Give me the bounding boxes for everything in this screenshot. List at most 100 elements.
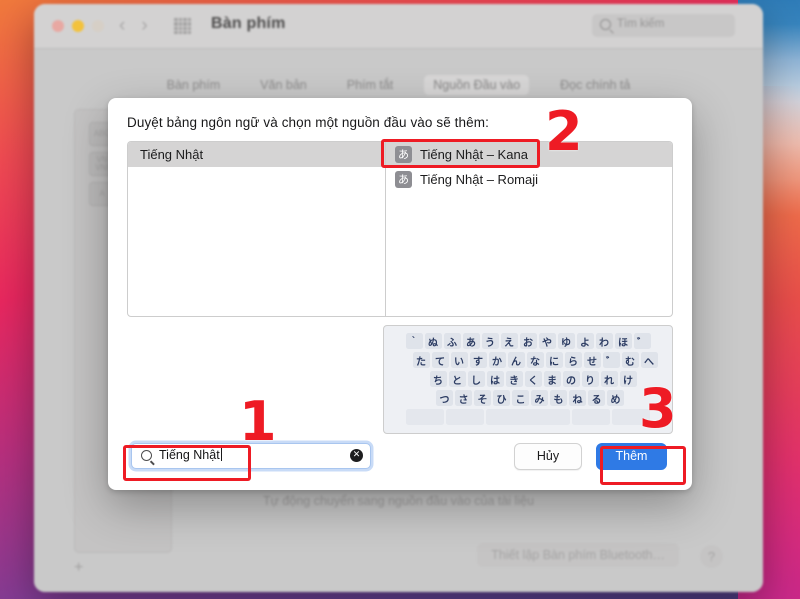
keyboard-key: や bbox=[538, 333, 556, 349]
keyboard-key: な bbox=[526, 352, 544, 368]
screen: ‹ › Bàn phím Tìm kiếm Bàn phím Văn bản P… bbox=[0, 0, 800, 599]
kana-icon: あ bbox=[395, 146, 412, 163]
keyboard-key: ね bbox=[569, 390, 586, 406]
keyboard-key: く bbox=[524, 371, 542, 387]
keyboard-key: つ bbox=[436, 390, 453, 406]
add-button[interactable]: Thêm bbox=[596, 443, 667, 470]
tab-phim-tat[interactable]: Phím tắt bbox=[338, 75, 403, 95]
tab-nguon-dau-vao[interactable]: Nguồn Đầu vào bbox=[424, 75, 530, 95]
keyboard-key: ゆ bbox=[557, 333, 575, 349]
tab-bar: Bàn phím Văn bản Phím tắt Nguồn Đầu vào … bbox=[34, 75, 763, 95]
language-list[interactable]: Tiếng Nhật bbox=[127, 141, 386, 317]
keyboard-key: れ bbox=[600, 371, 618, 387]
minimize-button-icon[interactable] bbox=[72, 20, 84, 32]
keyboard-key: ん bbox=[507, 352, 525, 368]
keyboard-key: ゛ bbox=[633, 333, 651, 349]
keyboard-key: あ bbox=[462, 333, 480, 349]
tab-van-ban[interactable]: Văn bản bbox=[251, 75, 316, 95]
source-list[interactable]: あ Tiếng Nhật – Kana あ Tiếng Nhật – Romaj… bbox=[386, 141, 673, 317]
keyboard-key: ふ bbox=[443, 333, 461, 349]
keyboard-key: き bbox=[505, 371, 523, 387]
source-list-item-romaji-label: Tiếng Nhật – Romaji bbox=[420, 172, 539, 187]
keyboard-key: こ bbox=[512, 390, 529, 406]
sheet-lists: Tiếng Nhật あ Tiếng Nhật – Kana あ Tiếng N… bbox=[127, 141, 673, 317]
key-blank bbox=[572, 409, 610, 425]
keyboard-key: り bbox=[581, 371, 599, 387]
keyboard-row-5 bbox=[384, 409, 672, 425]
forward-arrow-icon[interactable]: › bbox=[141, 15, 147, 37]
keyboard-key: み bbox=[531, 390, 548, 406]
keyboard-key: ち bbox=[429, 371, 447, 387]
keyboard-key: せ bbox=[583, 352, 601, 368]
keyboard-key: え bbox=[500, 333, 518, 349]
nav-arrows: ‹ › bbox=[119, 15, 148, 37]
keyboard-key: け bbox=[619, 371, 637, 387]
sheet-prompt-text: Duyệt bảng ngôn ngữ và chọn một nguồn đầ… bbox=[127, 115, 489, 130]
annotation-number-3: 3 bbox=[639, 377, 677, 440]
keyboard-key: わ bbox=[595, 333, 613, 349]
source-list-item-romaji[interactable]: あ Tiếng Nhật – Romaji bbox=[386, 167, 672, 192]
window-titlebar: ‹ › Bàn phím Tìm kiếm bbox=[34, 4, 763, 49]
keyboard-key: て bbox=[431, 352, 449, 368]
keyboard-key: と bbox=[448, 371, 466, 387]
key-blank bbox=[406, 409, 444, 425]
traffic-lights bbox=[52, 20, 104, 32]
keyboard-key: む bbox=[621, 352, 639, 368]
keyboard-key: ま bbox=[543, 371, 561, 387]
keyboard-row-2: たていすかんなにらせ゛むへ bbox=[384, 352, 672, 368]
window-search-field[interactable]: Tìm kiếm bbox=[592, 14, 735, 37]
keyboard-key: ら bbox=[564, 352, 582, 368]
search-input-value: Tiếng Nhật bbox=[159, 448, 222, 462]
auto-switch-label: Tự động chuyển sang nguồn đầu vào của tà… bbox=[262, 494, 535, 508]
source-list-item-kana[interactable]: あ Tiếng Nhật – Kana bbox=[386, 142, 672, 167]
add-input-source-button[interactable]: + bbox=[74, 559, 83, 577]
search-icon bbox=[141, 450, 152, 461]
tab-ban-phim[interactable]: Bàn phím bbox=[158, 75, 230, 95]
keyboard-key: さ bbox=[455, 390, 472, 406]
source-list-item-kana-label: Tiếng Nhật – Kana bbox=[420, 147, 528, 162]
apps-grid-icon[interactable] bbox=[174, 18, 191, 34]
keyboard-row-4: つさそひこみもねるめ bbox=[384, 390, 672, 406]
back-arrow-icon[interactable]: ‹ bbox=[119, 15, 125, 37]
close-button-icon[interactable] bbox=[52, 20, 64, 32]
keyboard-key: ほ bbox=[614, 333, 632, 349]
help-button[interactable]: ? bbox=[700, 545, 723, 568]
keyboard-key: よ bbox=[576, 333, 594, 349]
tab-doc-chinh-ta[interactable]: Đọc chính tả bbox=[551, 75, 639, 95]
keyboard-key: は bbox=[486, 371, 504, 387]
key-space bbox=[486, 409, 570, 425]
keyboard-key: そ bbox=[474, 390, 491, 406]
keyboard-key: お bbox=[519, 333, 537, 349]
keyboard-key: ぬ bbox=[424, 333, 442, 349]
keyboard-key: ゛ bbox=[602, 352, 620, 368]
keyboard-key: い bbox=[450, 352, 468, 368]
language-list-item[interactable]: Tiếng Nhật bbox=[128, 142, 385, 167]
keyboard-key: し bbox=[467, 371, 485, 387]
keyboard-key: た bbox=[412, 352, 430, 368]
keyboard-key: ひ bbox=[493, 390, 510, 406]
add-input-source-sheet: Duyệt bảng ngôn ngữ và chọn một nguồn đầ… bbox=[108, 98, 692, 490]
window-search-placeholder: Tìm kiếm bbox=[617, 18, 665, 30]
search-icon bbox=[600, 19, 611, 30]
keyboard-key: う bbox=[481, 333, 499, 349]
keyboard-key: め bbox=[607, 390, 624, 406]
keyboard-key: の bbox=[562, 371, 580, 387]
keyboard-key: へ bbox=[640, 352, 658, 368]
annotation-number-1: 1 bbox=[239, 390, 277, 453]
bluetooth-keyboard-setup-button[interactable]: Thiết lập Bàn phím Bluetooth… bbox=[477, 543, 679, 567]
window-title: Bàn phím bbox=[211, 15, 286, 32]
keyboard-key: か bbox=[488, 352, 506, 368]
keyboard-key: に bbox=[545, 352, 563, 368]
keyboard-key: る bbox=[588, 390, 605, 406]
annotation-number-2: 2 bbox=[545, 100, 583, 163]
keyboard-row-3: ちとしはきくまのりれけ bbox=[384, 371, 672, 387]
keyboard-key: す bbox=[469, 352, 487, 368]
keyboard-key: も bbox=[550, 390, 567, 406]
key-blank bbox=[446, 409, 484, 425]
keyboard-row-1: ` ぬふあうえおやゆよわほ゛ bbox=[384, 333, 672, 349]
keyboard-key: ` bbox=[405, 333, 423, 349]
clear-search-icon[interactable]: ✕ bbox=[350, 449, 363, 462]
zoom-button-icon[interactable] bbox=[92, 20, 104, 32]
keyboard-layout-preview: ` ぬふあうえおやゆよわほ゛ たていすかんなにらせ゛むへ ちとしはきくまのりれけ … bbox=[383, 325, 673, 434]
cancel-button[interactable]: Hủy bbox=[514, 443, 582, 470]
